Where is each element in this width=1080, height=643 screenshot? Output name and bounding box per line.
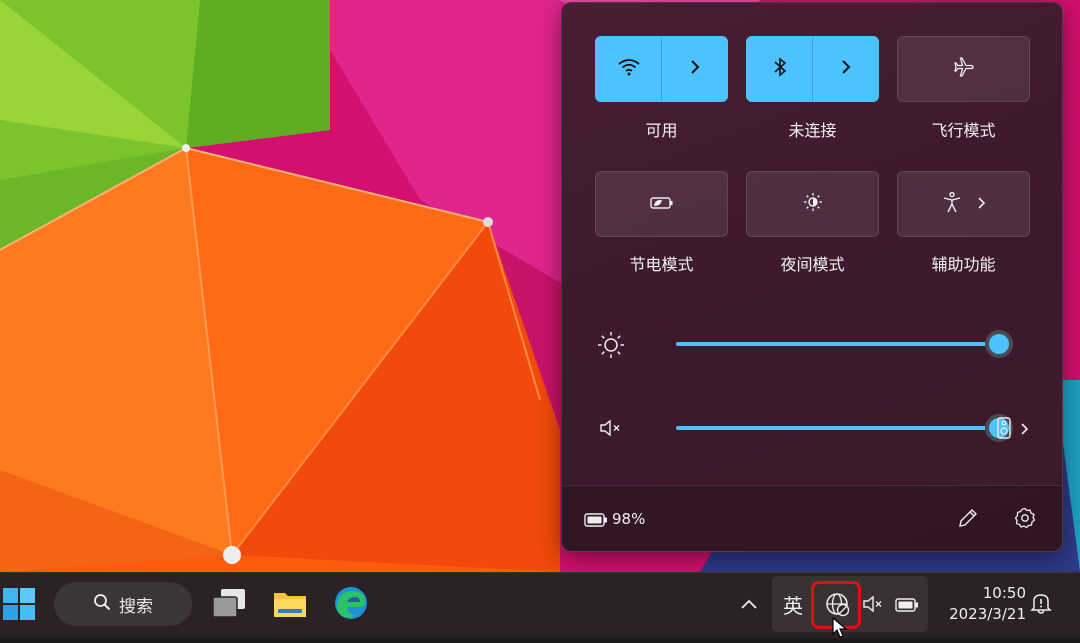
search-icon [93, 593, 111, 616]
airplane-mode-tile[interactable] [897, 36, 1030, 102]
brightness-track[interactable] [676, 342, 1000, 346]
clock-date: 2023/3/21 [949, 605, 1026, 623]
volume-track[interactable] [676, 426, 1000, 430]
search-label: 搜索 [119, 596, 153, 617]
taskbar-search-box[interactable]: 搜索 [54, 582, 192, 626]
settings-gear-icon[interactable] [1014, 507, 1036, 533]
airplane-icon [953, 56, 975, 82]
task-view-icon [211, 589, 247, 625]
airplane-mode-label: 飞行模式 [931, 121, 996, 140]
speaker-icon [997, 417, 1011, 443]
night-light-tile[interactable] [746, 171, 879, 237]
bluetooth-tile[interactable] [746, 36, 879, 102]
bluetooth-expand-button[interactable] [812, 37, 878, 101]
chevron-right-icon [840, 59, 852, 79]
volume-slider-row [592, 413, 1032, 443]
chevron-right-icon [976, 195, 986, 214]
edge-browser-button[interactable] [333, 585, 369, 625]
input-method-indicator[interactable]: 英 [783, 590, 803, 619]
volume-mute-button[interactable] [599, 419, 625, 441]
edit-quick-settings-button[interactable] [957, 507, 979, 533]
wifi-icon [617, 58, 640, 80]
taskbar-clock[interactable]: 10:50 2023/3/21 [938, 583, 1026, 625]
battery-icon[interactable] [895, 597, 919, 616]
clock-time: 10:50 [982, 584, 1026, 602]
start-button[interactable] [2, 587, 36, 625]
taskbar: 搜索 英 10:50 2023/3/21 [0, 572, 1080, 638]
wifi-toggle[interactable] [596, 37, 661, 101]
volume-muted-icon[interactable] [862, 595, 886, 617]
folder-icon [272, 593, 308, 625]
notification-bell-icon [1030, 594, 1052, 619]
battery-percentage: 98% [612, 510, 646, 528]
chevron-up-icon [740, 595, 758, 614]
accessibility-label: 辅助功能 [931, 255, 996, 274]
brightness-slider-row [592, 329, 1032, 359]
night-light-icon [803, 192, 823, 216]
file-explorer-button[interactable] [272, 587, 308, 625]
quick-settings-panel: 可用 未连接 飞行模式 节电模式 夜间模式 辅助功能 98% [561, 2, 1063, 552]
battery-saver-label: 节电模式 [629, 255, 694, 274]
bluetooth-label: 未连接 [788, 121, 837, 140]
audio-output-button[interactable] [997, 417, 1029, 443]
notifications-button[interactable] [1030, 591, 1052, 619]
accessibility-tile[interactable] [897, 171, 1030, 237]
accessibility-icon [942, 191, 962, 217]
brightness-icon [597, 331, 625, 363]
wifi-label: 可用 [645, 121, 678, 140]
mouse-cursor-icon [832, 616, 848, 643]
battery-saver-icon [649, 195, 674, 214]
edge-icon [333, 587, 369, 625]
battery-saver-tile[interactable] [595, 171, 728, 237]
night-light-label: 夜间模式 [780, 255, 845, 274]
quick-settings-footer: 98% [562, 485, 1062, 551]
bluetooth-toggle[interactable] [747, 37, 812, 101]
task-view-button[interactable] [211, 587, 247, 625]
brightness-slider-thumb[interactable] [989, 334, 1009, 354]
battery-icon [584, 512, 608, 531]
show-hidden-icons-button[interactable] [740, 595, 758, 614]
wifi-expand-button[interactable] [661, 37, 727, 101]
bluetooth-icon [773, 57, 787, 81]
wifi-tile[interactable] [595, 36, 728, 102]
windows-logo-icon [2, 588, 36, 625]
chevron-right-icon [689, 59, 701, 79]
chevron-right-icon [1019, 421, 1029, 440]
